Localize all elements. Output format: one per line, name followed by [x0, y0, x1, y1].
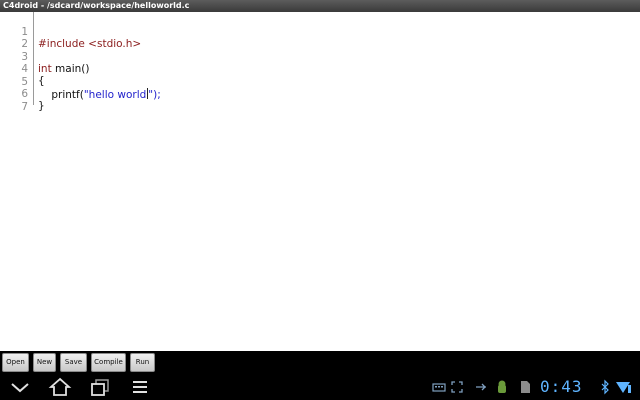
home-icon[interactable]	[48, 377, 72, 397]
keyboard-icon	[432, 383, 446, 392]
code-line[interactable]: 2	[0, 26, 640, 50]
code-line[interactable]: 4 {	[0, 51, 640, 87]
system-bar: 0:43	[0, 374, 640, 400]
usb-icon	[476, 383, 486, 391]
wifi-icon	[616, 382, 631, 393]
code-line[interactable]: 7	[0, 89, 640, 113]
code-text: }	[38, 100, 45, 112]
code-editor[interactable]: 1 #include <stdio.h> 2 3 int main() 4 { …	[0, 12, 640, 351]
new-button[interactable]: New	[33, 353, 56, 372]
code-line[interactable]: 3 int main()	[0, 39, 640, 75]
bluetooth-icon	[601, 379, 609, 395]
action-toolbar: Open New Save Compile Run	[0, 351, 640, 374]
sd-card-icon	[521, 381, 530, 393]
back-icon[interactable]	[8, 377, 32, 397]
code-line[interactable]: 5 printf("hello world ");	[0, 64, 640, 101]
android-icon	[498, 380, 506, 393]
line-number: 7	[21, 101, 28, 113]
open-button[interactable]: Open	[2, 353, 29, 372]
code-line[interactable]: 1 #include <stdio.h>	[0, 14, 640, 50]
clock: 0:43	[540, 377, 583, 396]
save-button[interactable]: Save	[60, 353, 87, 372]
code-line[interactable]: 6 }	[0, 76, 640, 112]
fullscreen-icon	[451, 381, 463, 393]
run-button[interactable]: Run	[130, 353, 155, 372]
recent-apps-icon[interactable]	[88, 377, 112, 397]
compile-button[interactable]: Compile	[91, 353, 126, 372]
window-title: C4droid - /sdcard/workspace/helloworld.c	[0, 0, 640, 12]
menu-icon[interactable]	[128, 377, 152, 397]
